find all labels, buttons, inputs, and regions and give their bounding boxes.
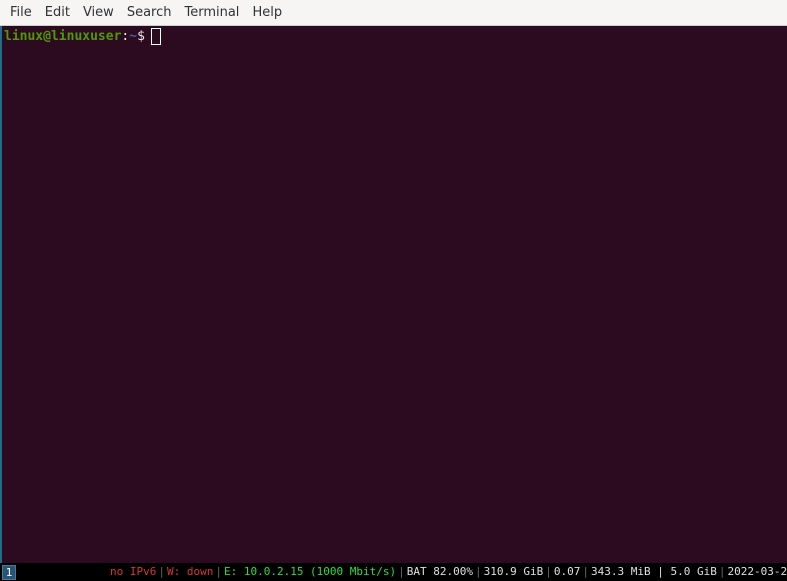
- prompt-line: linux@linuxuser: ~ $: [4, 28, 784, 45]
- status-separator: |: [398, 565, 405, 578]
- prompt-user: linux@linuxuser: [4, 29, 122, 44]
- menu-terminal[interactable]: Terminal: [174, 0, 239, 26]
- status-separator: |: [475, 565, 482, 578]
- menu-search[interactable]: Search: [117, 0, 172, 26]
- status-load: 0.07: [553, 565, 581, 578]
- status-ethernet: E: 10.0.2.15 (1000 Mbit/s): [223, 565, 397, 578]
- text-cursor: [150, 28, 161, 45]
- status-bar: 1 no IPv6 | W: down | E: 10.0.2.15 (1000…: [0, 563, 787, 581]
- status-separator: |: [718, 565, 726, 578]
- terminal-window: File Edit View Search Terminal Help linu…: [0, 0, 787, 563]
- workspace-button[interactable]: 1: [2, 565, 16, 580]
- prompt-path: ~: [129, 29, 138, 44]
- status-separator: |: [215, 565, 222, 578]
- status-battery: BAT 82.00%: [406, 565, 474, 578]
- window-border: [0, 0, 2, 563]
- status-items: no IPv6 | W: down | E: 10.0.2.15 (1000 M…: [109, 563, 787, 581]
- screen: File Edit View Search Terminal Help linu…: [0, 0, 787, 581]
- status-separator: |: [158, 565, 165, 578]
- status-wireless: W: down: [166, 565, 214, 578]
- status-ipv6: no IPv6: [110, 565, 157, 578]
- menubar: File Edit View Search Terminal Help: [0, 0, 787, 26]
- status-separator: |: [582, 565, 589, 578]
- status-datetime: 2022-03-26 20:29:20: [727, 565, 787, 578]
- menu-help[interactable]: Help: [242, 0, 282, 26]
- status-memory: 343.3 MiB | 5.0 GiB: [591, 565, 717, 578]
- status-separator: |: [545, 565, 552, 578]
- menu-view[interactable]: View: [73, 0, 114, 26]
- prompt-symbol: $: [137, 29, 145, 44]
- menu-edit[interactable]: Edit: [35, 0, 70, 26]
- status-disk: 310.9 GiB: [483, 565, 544, 578]
- terminal-area[interactable]: linux@linuxuser: ~ $: [4, 27, 784, 563]
- prompt-colon: :: [121, 29, 130, 44]
- menu-file[interactable]: File: [0, 0, 32, 26]
